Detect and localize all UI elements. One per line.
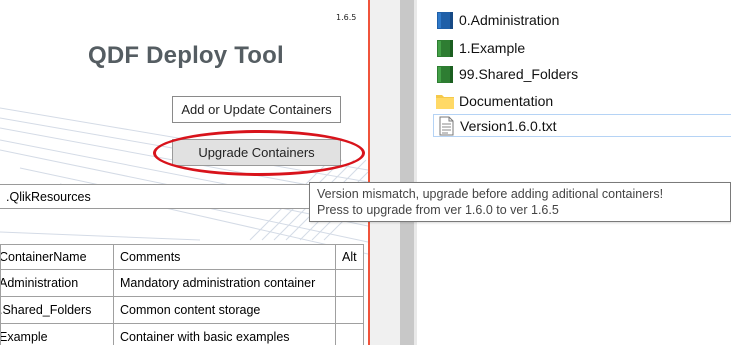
cell-container-name[interactable]: Administration — [0, 269, 114, 297]
list-item-label: 1.Example — [459, 39, 526, 56]
list-item-label: 99.Shared_Folders — [459, 65, 579, 82]
deploy-tool-window: 1.6.5 QDF Deploy Tool Add or Update Cont… — [0, 0, 368, 345]
scrollbar-thumb[interactable] — [400, 0, 414, 345]
file-explorer-list: 0.Administration 1.Example 99.Shared_Fol… — [417, 0, 731, 345]
column-header-alt[interactable]: Alt — [335, 244, 364, 270]
folder-green-icon — [437, 65, 453, 83]
cell-alt[interactable] — [335, 296, 364, 324]
cell-comment[interactable]: Common content storage — [113, 296, 336, 324]
table-row[interactable]: Administration Mandatory administration … — [0, 269, 364, 297]
folder-green-icon — [437, 39, 453, 57]
tooltip-line-2: Press to upgrade from ver 1.6.0 to ver 1… — [317, 203, 559, 217]
cell-alt[interactable] — [335, 323, 364, 345]
cell-comment[interactable]: Mandatory administration container — [113, 269, 336, 297]
list-item-label: Version1.6.0.txt — [460, 117, 557, 134]
folder-yellow-icon — [436, 94, 454, 109]
list-item-label: 0.Administration — [459, 11, 560, 28]
table-row[interactable]: .Shared_Folders Common content storage — [0, 296, 364, 324]
list-item[interactable]: 99.Shared_Folders — [435, 62, 578, 85]
list-item[interactable]: Version1.6.0.txt — [433, 114, 731, 137]
list-item[interactable]: Documentation — [435, 89, 553, 112]
cell-alt[interactable] — [335, 269, 364, 297]
upgrade-tooltip: Version mismatch, upgrade before adding … — [309, 182, 731, 222]
upgrade-containers-button[interactable]: Upgrade Containers — [172, 139, 341, 166]
containers-table: ContainerName Comments Alt Administratio… — [0, 244, 364, 345]
text-file-icon — [439, 116, 454, 135]
list-item-label: Documentation — [459, 92, 554, 109]
cell-comment[interactable]: Container with basic examples — [113, 323, 336, 345]
tooltip-line-1: Version mismatch, upgrade before adding … — [317, 187, 664, 201]
list-item[interactable]: 1.Example — [435, 36, 525, 59]
tool-version-label: 1.6.5 — [336, 13, 357, 22]
cell-container-name[interactable]: Example — [0, 323, 114, 345]
add-update-containers-button[interactable]: Add or Update Containers — [172, 96, 341, 123]
table-row[interactable]: Example Container with basic examples — [0, 323, 364, 345]
column-header-comments[interactable]: Comments — [113, 244, 336, 270]
tool-title: QDF Deploy Tool — [88, 42, 284, 69]
table-header-row: ContainerName Comments Alt — [0, 244, 364, 270]
cell-container-name[interactable]: .Shared_Folders — [0, 296, 114, 324]
list-item[interactable]: 0.Administration — [435, 8, 559, 31]
window-gutter — [370, 0, 400, 345]
folder-blue-icon — [437, 11, 453, 29]
column-header-containername[interactable]: ContainerName — [0, 244, 114, 270]
